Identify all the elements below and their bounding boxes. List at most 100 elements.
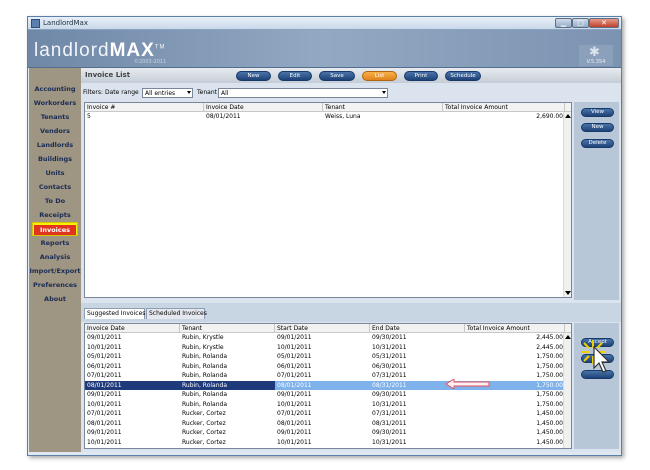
sidebar-item-label: Vendors [40, 127, 70, 135]
header-bar: Invoice List New Edit Save List Print Sc… [81, 68, 621, 83]
sidebar-item-accounting[interactable]: Accounting [29, 82, 81, 96]
logo-copyright: ©2003-2011 [134, 59, 167, 65]
minimize-button[interactable]: ▁ [555, 18, 572, 28]
table-cell: 06/01/2011 [277, 362, 312, 370]
schedule-button[interactable]: Schedule [445, 71, 481, 81]
table-cell: 09/30/2011 [372, 334, 407, 341]
table-cell: 08/01/2011 [87, 381, 122, 389]
tab-scheduled-invoices[interactable]: Scheduled Invoices [146, 308, 207, 319]
table-cell: 07/01/2011 [277, 372, 312, 379]
sidebar: Accounting Workorders Tenants Vendors Landlo… [29, 68, 81, 452]
table-cell: 09/01/2011 [87, 391, 122, 398]
minimize-icon: ▁ [560, 19, 567, 27]
sidebar-item-reports[interactable]: Reports [29, 236, 81, 250]
scroll-up-icon[interactable] [565, 335, 571, 339]
sidebar-item-receipts[interactable]: Receipts [29, 208, 81, 222]
star-icon: ✱ [589, 45, 600, 60]
table-cell: 08/01/2011 [87, 419, 122, 427]
sidebar-item-invoices[interactable]: Invoices [32, 222, 78, 236]
sidebar-item-tenants[interactable]: Tenants [29, 110, 81, 124]
table-cell: Rubin, Rolanda [182, 362, 227, 370]
date-range-label: Date range [105, 89, 139, 96]
table-row[interactable]: 5 08/01/2011 Weiss, Luna 2,690.00 [85, 112, 571, 121]
scroll-down-icon[interactable] [565, 291, 571, 295]
sidebar-item-label: About [44, 295, 66, 303]
table-row[interactable]: 08/01/2011 Rubin, Rolanda 08/01/2011 08/31/… [85, 380, 565, 390]
sidebar-item-import-export[interactable]: Import/Export [29, 264, 81, 278]
table-cell: 09/01/2011 [277, 391, 312, 398]
date-range-select[interactable]: All entries [142, 88, 193, 98]
sidebar-item-label: Preferences [33, 281, 77, 289]
close-button[interactable]: ✕ [589, 18, 619, 28]
table-cell: 10/01/2011 [277, 343, 312, 351]
save-button[interactable]: Save [319, 71, 355, 81]
column-header[interactable]: Start Date [275, 324, 370, 333]
table-cell: 07/01/2011 [277, 410, 312, 417]
table-cell: 1,750.00 [536, 391, 563, 398]
suggested-table-scrollbar[interactable] [563, 333, 571, 448]
table-cell: 09/01/2011 [87, 429, 122, 436]
sidebar-item-label: Receipts [39, 211, 71, 219]
sidebar-item-label: Analysis [39, 253, 71, 261]
table-row[interactable]: 08/01/2011 Rucker, Cortez 08/01/2011 08/31/… [85, 419, 565, 428]
table-row[interactable]: 09/01/2011 Rubin, Rolanda 09/01/2011 09/30/… [85, 390, 565, 399]
column-header[interactable]: End Date [370, 324, 465, 333]
print-button[interactable]: Print [404, 71, 438, 81]
table-row[interactable]: 09/01/2011 Rubin, Krystle 09/01/2011 09/30/… [85, 333, 565, 342]
filters-label: Filters: [83, 89, 104, 96]
table-row[interactable]: 10/01/2011 Rubin, Rolanda 10/01/2011 10/31/… [85, 400, 565, 409]
sidebar-item-to-do[interactable]: To Do [29, 194, 81, 208]
table-row[interactable]: 06/01/2011 Rubin, Rolanda 06/01/2011 06/30/… [85, 362, 565, 371]
table-cell: 1,750.00 [536, 400, 563, 408]
banner: landlordMAXTM ©2003-2011 ✱ V.5.354 [28, 30, 621, 68]
table-row[interactable]: 07/01/2011 Rubin, Rolanda 07/01/2011 07/31/… [85, 371, 565, 380]
sidebar-item-units[interactable]: Units [29, 166, 81, 180]
close-icon: ✕ [601, 19, 607, 27]
table-row[interactable]: 05/01/2011 Rubin, Rolanda 05/01/2011 05/31/… [85, 352, 565, 361]
sidebar-item-about[interactable]: About [29, 292, 81, 306]
column-header[interactable]: Tenant [323, 103, 443, 112]
edit-button[interactable]: Edit [278, 71, 312, 81]
delete-button[interactable]: Delete [581, 139, 614, 148]
new-invoice-button[interactable]: New [581, 123, 614, 132]
view-button[interactable]: View [581, 108, 614, 117]
maximize-button[interactable]: □ [572, 18, 589, 28]
invoice-table: Invoice # Invoice Date Tenant Total Invoice… [84, 102, 572, 298]
table-row[interactable]: 10/01/2011 Rubin, Krystle 10/01/2011 10/31/… [85, 343, 565, 352]
table-cell: 08/31/2011 [372, 419, 407, 427]
table-cell: 05/31/2011 [372, 353, 407, 360]
table-cell: 10/01/2011 [87, 438, 122, 446]
sidebar-item-preferences[interactable]: Preferences [29, 278, 81, 292]
sidebar-item-buildings[interactable]: Buildings [29, 152, 81, 166]
title-bar[interactable]: LandlordMax ▁ □ ✕ [28, 17, 621, 30]
scroll-up-icon[interactable] [565, 114, 571, 118]
column-header[interactable]: Total Invoice Amount [443, 103, 565, 112]
sidebar-item-workorders[interactable]: Workorders [29, 96, 81, 110]
invoice-table-scrollbar[interactable] [563, 112, 571, 297]
column-header[interactable]: Invoice # [85, 103, 204, 112]
column-header[interactable]: Total Invoice Amount [465, 324, 565, 333]
column-header[interactable]: Invoice Date [204, 103, 323, 112]
table-cell: 08/01/2011 [206, 113, 241, 120]
table-cell: Rucker, Cortez [182, 410, 226, 417]
table-cell: 10/31/2011 [372, 400, 407, 408]
tenant-select[interactable]: All [218, 88, 388, 98]
table-cell: 07/01/2011 [87, 410, 122, 417]
table-cell: 08/01/2011 [275, 380, 370, 390]
table-row[interactable]: 10/01/2011 Rucker, Cortez 10/01/2011 10/31/… [85, 438, 565, 447]
sidebar-item-landlords[interactable]: Landlords [29, 138, 81, 152]
list-button[interactable]: List [362, 71, 397, 81]
table-cell: 09/30/2011 [372, 429, 407, 436]
sidebar-item-vendors[interactable]: Vendors [29, 124, 81, 138]
table-cell: 05/01/2011 [87, 353, 122, 360]
column-header[interactable]: Invoice Date [85, 324, 180, 333]
sidebar-item-contacts[interactable]: Contacts [29, 180, 81, 194]
table-row[interactable]: 07/01/2011 Rucker, Cortez 07/01/2011 07/31/… [85, 409, 565, 418]
sidebar-item-analysis[interactable]: Analysis [29, 250, 81, 264]
tab-suggested-invoices[interactable]: Suggested Invoices [84, 308, 145, 319]
new-button[interactable]: New [236, 71, 271, 81]
table-row[interactable]: 09/01/2011 Rucker, Cortez 09/01/2011 09/30/… [85, 428, 565, 437]
table-cell: 1,450.00 [536, 410, 563, 417]
column-header[interactable]: Tenant [180, 324, 275, 333]
table-cell: 1,450.00 [536, 438, 563, 446]
